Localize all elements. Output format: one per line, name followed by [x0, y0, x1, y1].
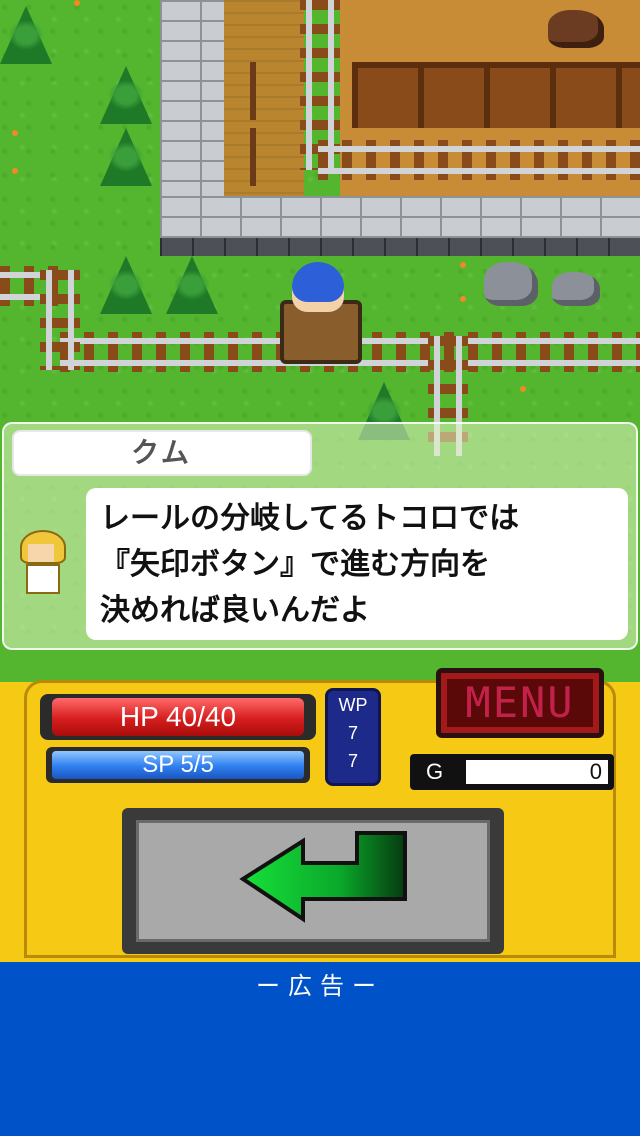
dialog-text-box[interactable]: レールの分岐してるトコロでは 『矢印ボタン』で進む方向を 決めれば良いんだよ	[86, 488, 628, 640]
dialog-line-2: 『矢印ボタン』で進む方向を	[100, 547, 490, 582]
dead-tree-2	[236, 128, 270, 186]
gold-counter: G 0	[410, 754, 614, 790]
menu-button-label: MENU	[447, 679, 593, 727]
stone-wall-bottom	[160, 196, 640, 238]
dialog-line-3: 決めれば良いんだよ	[100, 593, 370, 628]
rail-vertical-left-curve	[40, 270, 80, 370]
direction-arrow-button[interactable]	[122, 808, 504, 954]
stone-wall-left	[160, 0, 224, 196]
tree-3	[100, 256, 152, 314]
wp-value-2: 7	[347, 751, 358, 771]
dead-tree-1	[236, 62, 270, 120]
flower-5	[520, 386, 526, 392]
tree-5	[0, 6, 52, 64]
station-crates	[352, 62, 640, 128]
arrow-button-face	[136, 820, 490, 942]
player-character	[292, 262, 344, 312]
speaker-name: クム	[12, 430, 312, 476]
sp-bar: SP 5/5	[46, 747, 310, 783]
tree-1	[100, 66, 152, 124]
hp-bar: HP 40/40	[40, 694, 316, 740]
ad-label: ー広告ー	[256, 972, 384, 1000]
stone-wall-shadow	[160, 238, 640, 256]
portrait-body	[26, 564, 60, 594]
tree-2	[100, 128, 152, 186]
flower-6	[74, 0, 80, 6]
wp-value-1: 7	[347, 723, 358, 743]
rail-horizontal-station	[318, 140, 640, 180]
gold-label: G	[426, 759, 444, 784]
boulder-1	[484, 262, 538, 306]
tree-4	[166, 256, 218, 314]
boulder-2	[552, 272, 600, 306]
portrait-face	[28, 544, 54, 562]
wp-counter: WP 7 7	[325, 688, 381, 786]
speaker-portrait	[18, 530, 66, 594]
menu-button[interactable]: MENU	[436, 668, 604, 738]
flower-4	[460, 296, 466, 302]
gold-value: 0	[466, 760, 608, 784]
flower-1	[12, 130, 18, 136]
wp-label: WP	[338, 695, 368, 715]
flower-2	[12, 168, 18, 174]
dialog-line-1: レールの分岐してるトコロでは	[100, 501, 520, 536]
left-arrow-icon	[239, 831, 407, 923]
flower-3	[460, 262, 466, 268]
hp-fill: HP 40/40	[52, 698, 304, 736]
sp-fill: SP 5/5	[52, 751, 304, 779]
boulder-station	[548, 10, 604, 48]
